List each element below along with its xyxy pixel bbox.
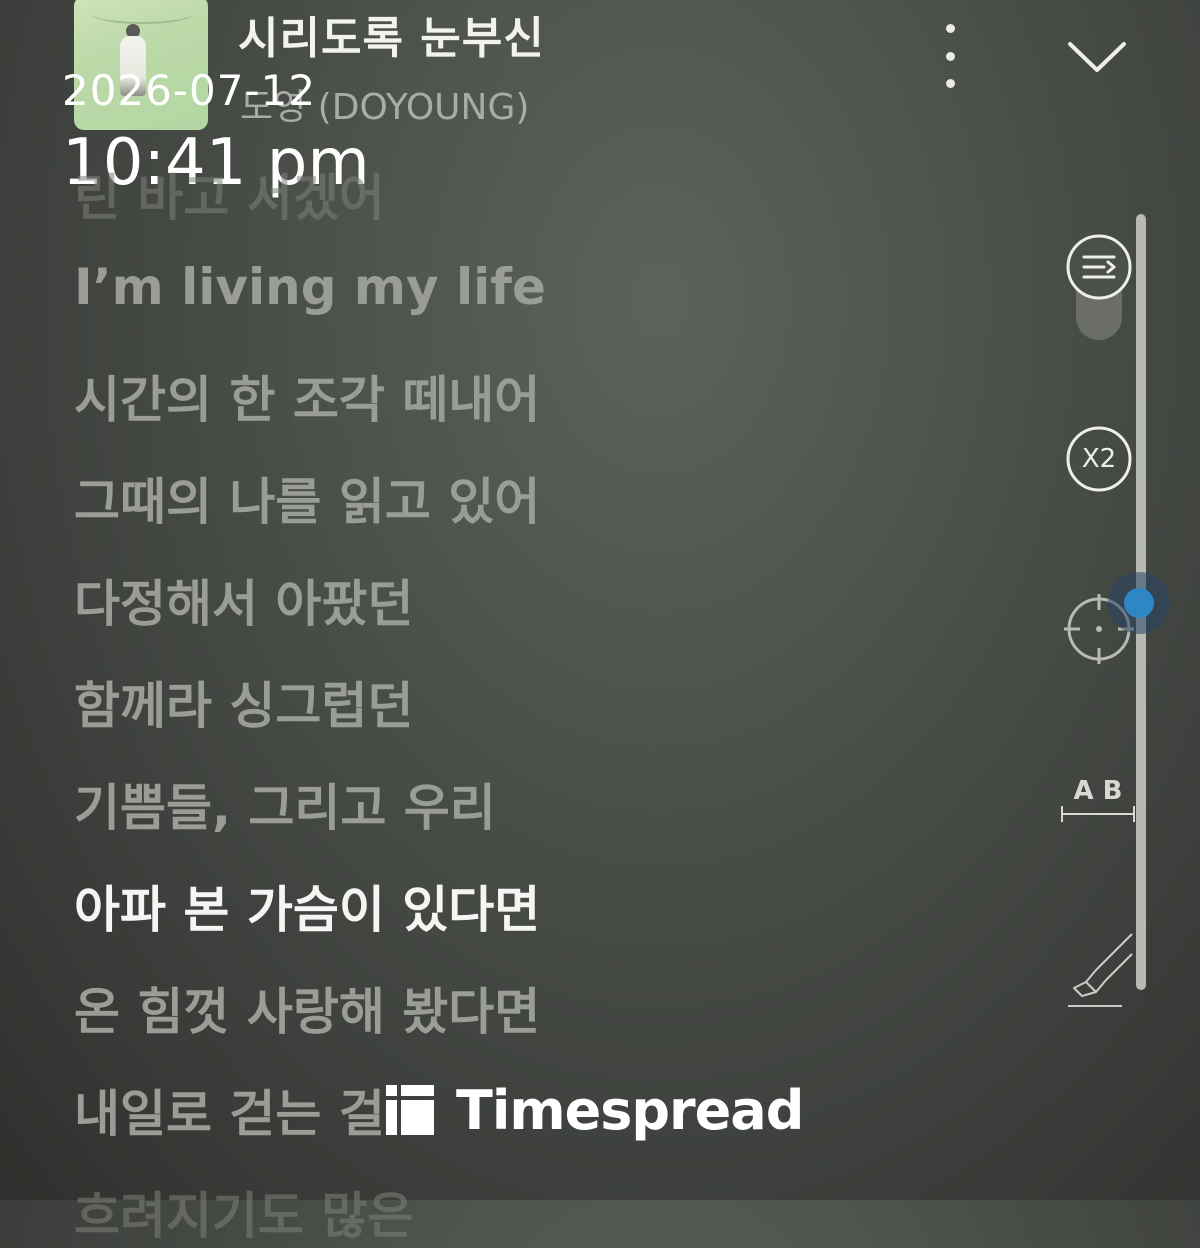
collapse-button[interactable]	[1062, 30, 1132, 80]
lyrics-scroll-handle[interactable]	[1108, 572, 1170, 634]
timespread-logo-icon	[386, 1085, 434, 1135]
lyric-line[interactable]: 내일로 걷는 걸	[74, 1074, 385, 1146]
watermark: Timespread	[386, 1078, 804, 1142]
lyric-line[interactable]: I’m living my life	[74, 258, 546, 316]
lyric-line-current[interactable]: 아파 본 가슴이 있다면	[74, 870, 540, 942]
more-dot	[945, 24, 955, 33]
lyrics-scroll-handle-dot	[1124, 588, 1154, 618]
lyric-line[interactable]: 다정해서 아팠던	[74, 564, 413, 636]
lyric-line[interactable]: 린 바고 서겠어	[74, 158, 385, 230]
speed-button[interactable]: X2	[1064, 424, 1134, 498]
ab-range-icon	[1061, 806, 1135, 822]
highlight-button[interactable]	[1066, 930, 1136, 1014]
album-art-scribble	[92, 4, 192, 24]
highlighter-icon	[1068, 933, 1133, 1007]
playlist-icon	[1066, 234, 1132, 300]
chevron-down-icon	[1068, 42, 1126, 72]
timestamp-date: 2026-07-12	[62, 66, 317, 115]
lyric-line[interactable]: 시간의 한 조각 떼내어	[74, 360, 540, 432]
more-options-button[interactable]	[930, 24, 970, 88]
lyric-line[interactable]: 그때의 나를 읽고 있어	[74, 462, 540, 534]
lyric-line[interactable]: 흐려지기도 많은	[74, 1176, 413, 1248]
more-dot	[945, 79, 955, 88]
lyric-line[interactable]: 기쁨들, 그리고 우리	[74, 768, 496, 840]
speed-label: X2	[1081, 444, 1117, 474]
lyric-line[interactable]: 온 힘껏 사랑해 봤다면	[74, 972, 540, 1044]
song-title: 시리도록 눈부신	[238, 13, 545, 64]
autoscroll-button[interactable]	[1064, 232, 1134, 306]
more-dot	[945, 51, 955, 61]
watermark-text: Timespread	[456, 1078, 804, 1142]
lyric-line[interactable]: 함께라 싱그럽던	[74, 666, 413, 738]
